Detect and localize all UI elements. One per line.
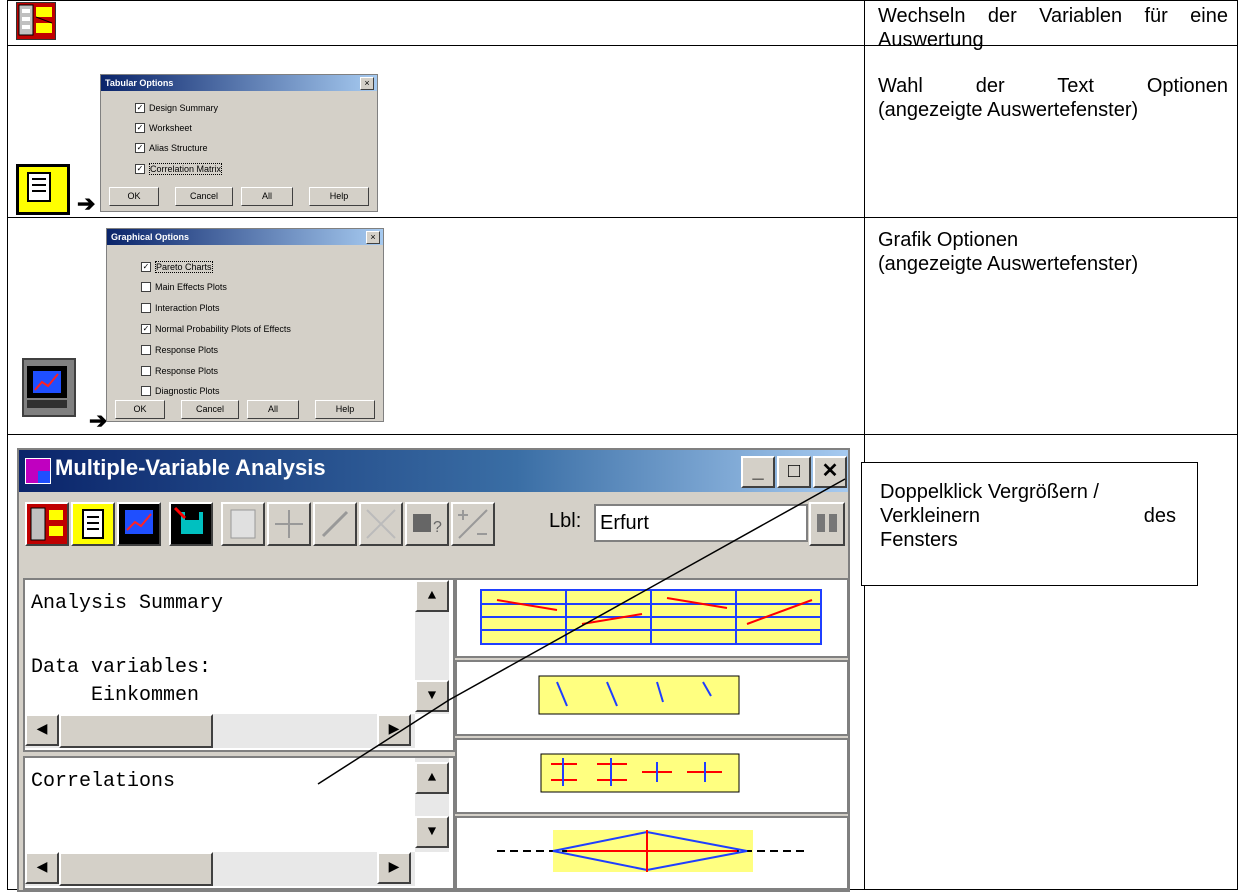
callout-pointer (317, 478, 846, 785)
